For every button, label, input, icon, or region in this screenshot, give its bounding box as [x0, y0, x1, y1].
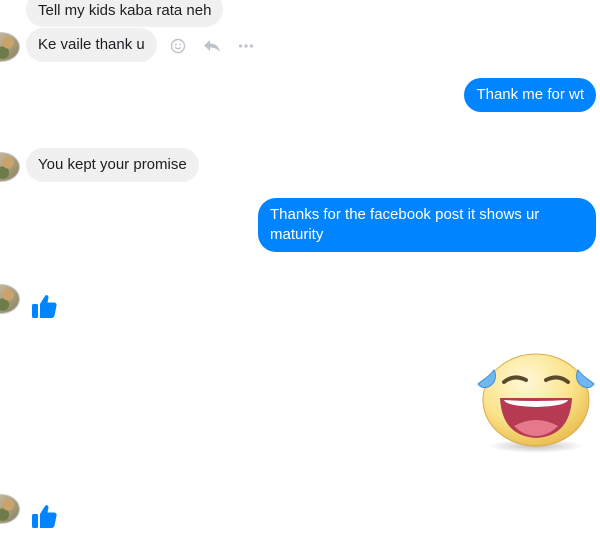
reply-icon[interactable]	[202, 36, 222, 56]
more-icon[interactable]	[236, 36, 256, 56]
message-bubble-incoming[interactable]: Ke vaile thank u	[26, 28, 157, 62]
thumbs-up-sticker[interactable]	[30, 292, 58, 320]
message-bubble-outgoing[interactable]: Thanks for the facebook post it shows ur…	[258, 198, 596, 252]
thumbs-up-sticker[interactable]	[30, 502, 58, 530]
emoji-icon[interactable]	[168, 36, 188, 56]
message-bubble-incoming[interactable]: Tell my kids kaba rata neh	[26, 0, 224, 27]
contact-avatar[interactable]	[0, 152, 20, 182]
contact-avatar[interactable]	[0, 494, 20, 524]
contact-avatar[interactable]	[0, 32, 20, 62]
message-bubble-incoming[interactable]: You kept your promise	[26, 148, 199, 182]
contact-avatar[interactable]	[0, 284, 20, 314]
message-actions	[168, 36, 256, 56]
laughing-crying-sticker[interactable]	[474, 350, 598, 456]
message-bubble-outgoing[interactable]: Thank me for wt	[464, 78, 596, 112]
